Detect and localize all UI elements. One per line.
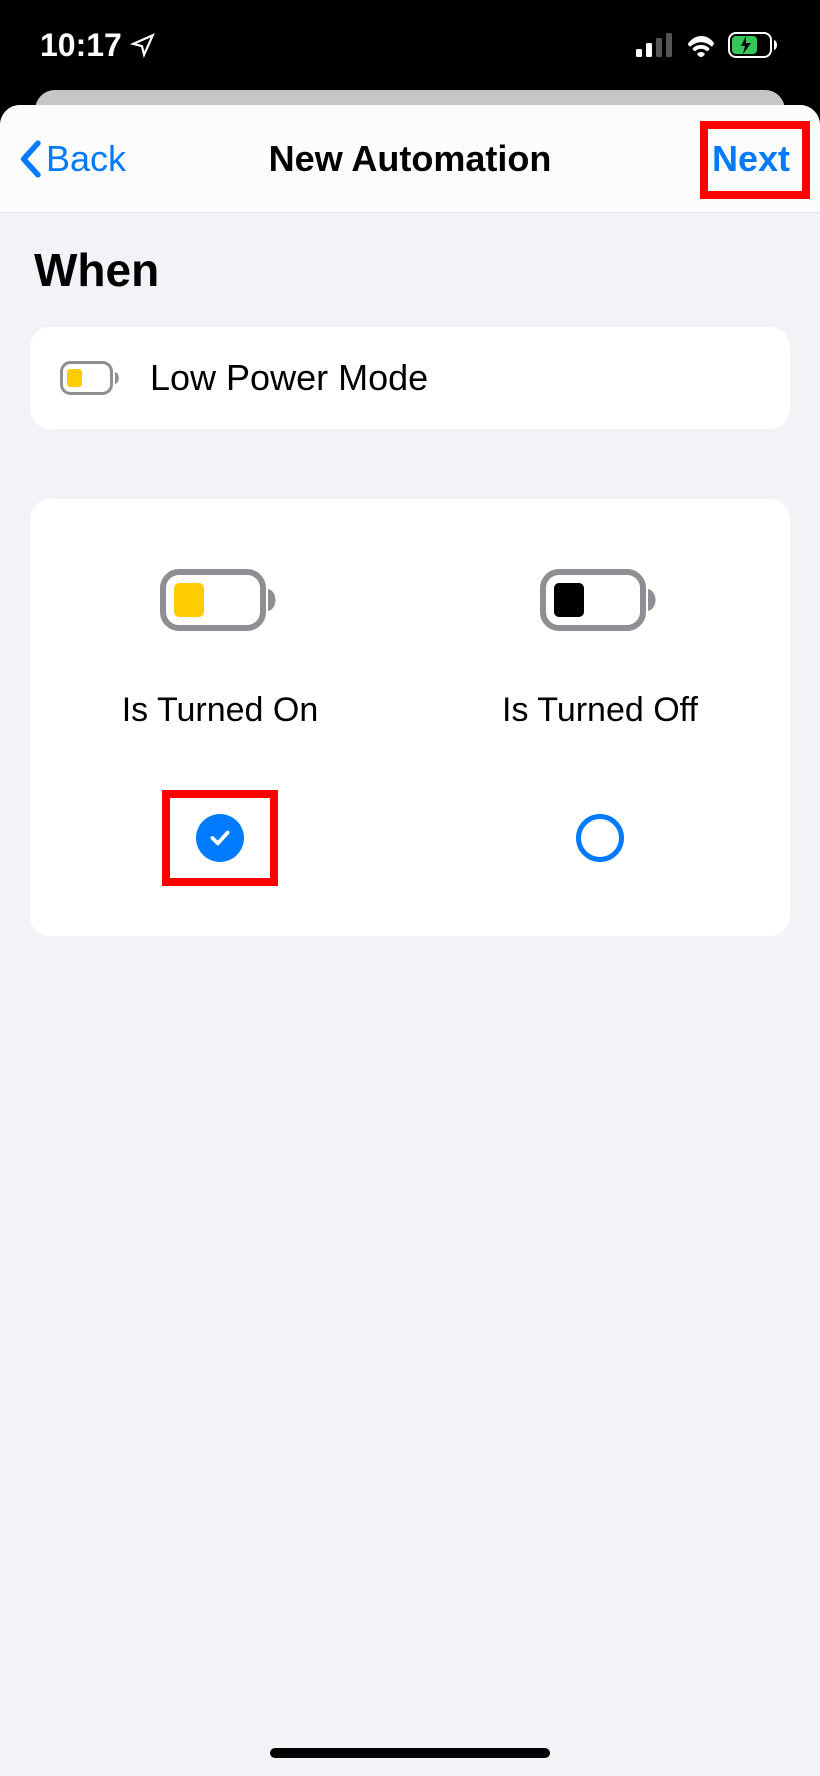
- next-button[interactable]: Next: [700, 132, 802, 186]
- page-title: New Automation: [269, 138, 552, 180]
- options-card: Is Turned On Is Turned Off: [30, 499, 790, 936]
- back-label: Back: [46, 138, 126, 180]
- trigger-label: Low Power Mode: [150, 357, 428, 399]
- option-turned-on[interactable]: Is Turned On: [30, 569, 410, 886]
- status-time-group: 10:17: [40, 27, 156, 64]
- annotation-highlight-radio: [162, 790, 278, 886]
- option-turned-off[interactable]: Is Turned Off: [410, 569, 790, 886]
- cellular-signal-icon: [636, 33, 674, 57]
- section-title: When: [30, 243, 790, 297]
- trigger-card[interactable]: Low Power Mode: [30, 327, 790, 429]
- checkmark-icon: [207, 825, 233, 851]
- location-icon: [130, 32, 156, 58]
- low-power-battery-icon: [60, 361, 120, 395]
- back-button[interactable]: Back: [18, 138, 126, 180]
- battery-charging-icon: [728, 32, 780, 58]
- status-time: 10:17: [40, 27, 122, 64]
- option-label-off: Is Turned Off: [502, 691, 698, 730]
- home-indicator[interactable]: [270, 1748, 550, 1758]
- status-icons: [636, 32, 780, 58]
- content-area: When Low Power Mode Is Turned On: [0, 213, 820, 966]
- chevron-left-icon: [18, 140, 42, 178]
- navigation-bar: Back New Automation Next: [0, 105, 820, 213]
- battery-low-power-on-icon: [160, 569, 280, 631]
- wifi-icon: [684, 33, 718, 57]
- radio-selected[interactable]: [196, 814, 244, 862]
- modal-sheet: Back New Automation Next When Low Power …: [0, 105, 820, 1776]
- battery-low-power-off-icon: [540, 569, 660, 631]
- option-label-on: Is Turned On: [122, 691, 319, 730]
- radio-wrapper-off: [542, 790, 658, 886]
- status-bar: 10:17: [0, 0, 820, 90]
- radio-unselected[interactable]: [576, 814, 624, 862]
